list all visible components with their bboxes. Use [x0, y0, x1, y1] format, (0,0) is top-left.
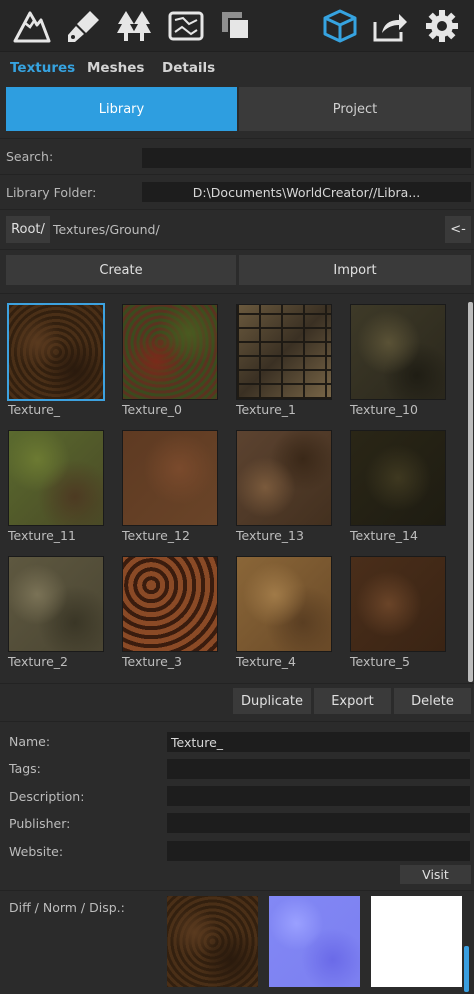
divider	[0, 249, 474, 250]
delete-button[interactable]: Delete	[394, 688, 471, 714]
library-folder-label: Library Folder:	[6, 185, 97, 200]
mountain-icon[interactable]	[12, 6, 52, 46]
gear-icon[interactable]	[422, 6, 462, 46]
world-creator-panel: Textures Meshes Details Library Project …	[0, 0, 474, 994]
website-label: Website:	[9, 844, 64, 859]
import-button[interactable]: Import	[239, 255, 471, 285]
texture-item[interactable]: Texture_10	[347, 301, 447, 421]
tab-meshes[interactable]: Meshes	[87, 60, 144, 76]
current-path: Textures/Ground/	[53, 222, 160, 237]
trees-icon[interactable]	[114, 6, 154, 46]
texture-thumbnail	[122, 304, 218, 400]
texture-name: Texture_14	[350, 528, 418, 543]
texture-thumbnail	[236, 556, 332, 652]
tags-label: Tags:	[9, 761, 41, 776]
diffuse-map-preview	[167, 896, 258, 987]
texture-name: Texture_13	[236, 528, 304, 543]
texture-item[interactable]: Texture_0	[119, 301, 219, 421]
texture-name: Texture_5	[350, 654, 410, 669]
texture-name: Texture_3	[122, 654, 182, 669]
texture-name: Texture_2	[8, 654, 68, 669]
tab-textures[interactable]: Textures	[10, 60, 75, 76]
texture-thumbnail	[350, 556, 446, 652]
box-icon[interactable]	[320, 6, 360, 46]
texture-name: Texture_1	[236, 402, 296, 417]
texture-thumbnail	[236, 430, 332, 526]
texture-item[interactable]: Texture_1	[233, 301, 333, 421]
texture-name: Texture_4	[236, 654, 296, 669]
create-button[interactable]: Create	[6, 255, 236, 285]
texture-name: Texture_11	[8, 528, 76, 543]
maps-label: Diff / Norm / Disp.:	[9, 900, 125, 915]
texture-item[interactable]: Texture_4	[233, 553, 333, 673]
texture-name: Texture_12	[122, 528, 190, 543]
publisher-field[interactable]	[167, 813, 470, 833]
divider	[0, 209, 474, 210]
share-icon[interactable]	[370, 6, 410, 46]
divider	[0, 890, 474, 891]
divider	[0, 683, 474, 684]
root-button[interactable]: Root/	[6, 216, 50, 243]
divider	[0, 721, 474, 722]
divider	[0, 174, 474, 175]
texture-item[interactable]: Texture_11	[5, 427, 105, 547]
name-label: Name:	[9, 734, 51, 749]
website-field[interactable]	[167, 841, 470, 861]
texture-name: Texture_	[8, 402, 61, 417]
divider	[0, 293, 474, 294]
library-folder-field[interactable]: D:\Documents\WorldCreator//Libra...	[142, 182, 471, 202]
normal-map-preview	[269, 896, 360, 987]
panel-scrollbar[interactable]	[464, 946, 469, 992]
top-toolbar	[0, 0, 474, 52]
export-button[interactable]: Export	[314, 688, 391, 714]
search-input[interactable]	[142, 148, 471, 168]
texture-thumbnail	[8, 430, 104, 526]
description-field[interactable]	[167, 786, 470, 806]
texture-thumbnail	[236, 304, 332, 400]
name-field[interactable]: Texture_	[167, 732, 470, 752]
texture-thumbnail	[8, 556, 104, 652]
texture-item[interactable]: Texture_2	[5, 553, 105, 673]
texture-item[interactable]: Texture_	[5, 301, 105, 421]
texture-item[interactable]: Texture_3	[119, 553, 219, 673]
texture-thumbnail	[350, 304, 446, 400]
layers-icon[interactable]	[216, 6, 256, 46]
displacement-map-preview	[371, 896, 462, 987]
back-button[interactable]: <-	[445, 216, 471, 243]
description-label: Description:	[9, 789, 85, 804]
search-label: Search:	[6, 149, 54, 164]
tab-details[interactable]: Details	[162, 60, 215, 76]
tab-bar: Textures Meshes Details	[0, 54, 474, 84]
texture-name: Texture_0	[122, 402, 182, 417]
texture-thumbnail	[8, 304, 104, 400]
project-button[interactable]: Project	[239, 87, 471, 131]
brush-icon[interactable]	[64, 6, 104, 46]
texture-name: Texture_10	[350, 402, 418, 417]
texture-thumbnail	[122, 556, 218, 652]
texture-thumbnail	[350, 430, 446, 526]
texture-item[interactable]: Texture_14	[347, 427, 447, 547]
texture-item[interactable]: Texture_13	[233, 427, 333, 547]
library-button[interactable]: Library	[6, 87, 237, 131]
duplicate-button[interactable]: Duplicate	[233, 688, 311, 714]
texture-thumbnail	[122, 430, 218, 526]
tags-field[interactable]	[167, 759, 470, 779]
divider	[0, 138, 474, 139]
publisher-label: Publisher:	[9, 816, 71, 831]
texture-item[interactable]: Texture_12	[119, 427, 219, 547]
map-icon[interactable]	[166, 6, 206, 46]
visit-button[interactable]: Visit	[400, 865, 471, 884]
texture-item[interactable]: Texture_5	[347, 553, 447, 673]
grid-scrollbar[interactable]	[468, 302, 473, 682]
